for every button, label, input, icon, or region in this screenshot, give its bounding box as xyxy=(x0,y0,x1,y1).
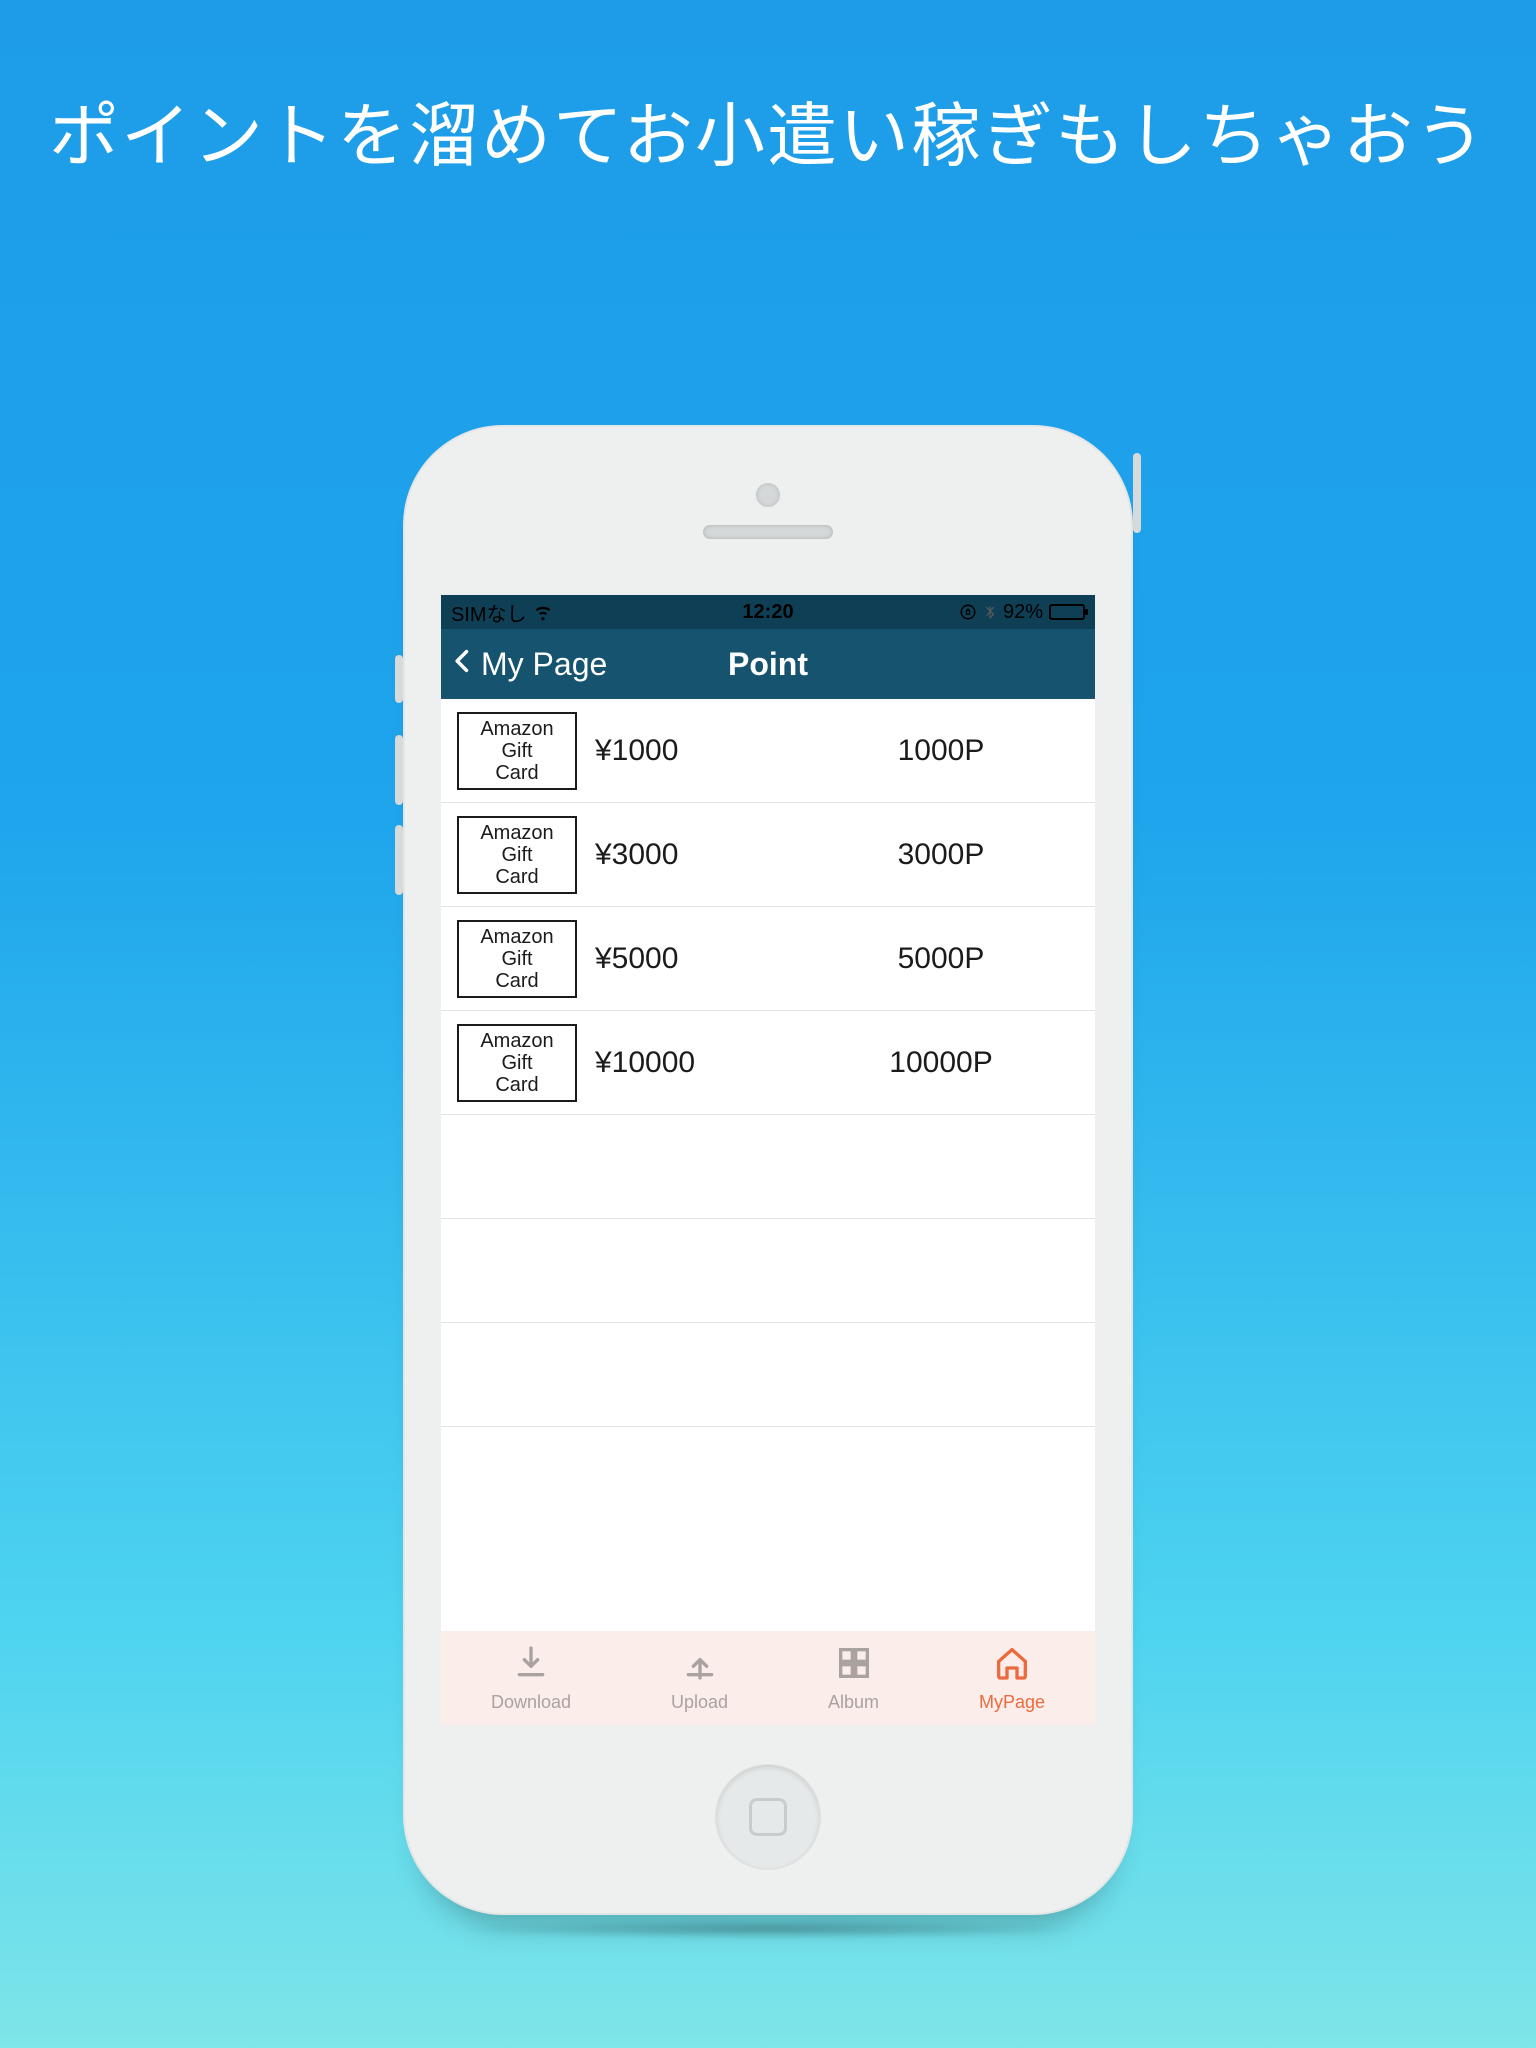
empty-row xyxy=(441,1323,1095,1427)
gift-card-icon: Amazon Gift Card xyxy=(457,1024,577,1102)
phone-shadow xyxy=(458,1919,1078,1939)
status-time: 12:20 xyxy=(742,601,793,624)
points-label: 10000P xyxy=(803,1046,1079,1080)
wifi-icon xyxy=(533,602,553,622)
empty-row xyxy=(441,1115,1095,1219)
earpiece-speaker xyxy=(703,525,833,539)
bluetooth-icon xyxy=(983,603,997,621)
gift-card-icon: Amazon Gift Card xyxy=(457,920,577,998)
battery-icon xyxy=(1049,604,1085,620)
point-list: Amazon Gift Card¥10001000PAmazon Gift Ca… xyxy=(441,699,1095,1631)
tab-download[interactable]: Download xyxy=(491,1643,571,1713)
tab-album[interactable]: Album xyxy=(828,1643,879,1713)
chevron-left-icon xyxy=(449,646,477,683)
tab-upload[interactable]: Upload xyxy=(671,1643,728,1713)
back-button[interactable]: My Page xyxy=(441,646,607,683)
navigation-bar: My Page Point xyxy=(441,629,1095,699)
download-icon xyxy=(511,1643,551,1688)
point-row[interactable]: Amazon Gift Card ¥10000 10000P xyxy=(441,1011,1095,1115)
price-label: ¥5000 xyxy=(595,942,785,976)
point-row[interactable]: Amazon Gift Card ¥5000 5000P xyxy=(441,907,1095,1011)
tab-label: Download xyxy=(491,1692,571,1713)
battery-percent: 92% xyxy=(1003,601,1043,624)
tab-label: MyPage xyxy=(979,1692,1045,1713)
mypage-icon xyxy=(992,1643,1032,1688)
promo-headline: ポイントを溜めてお小遣い稼ぎもしちゃおう xyxy=(0,0,1536,181)
points-label: 5000P xyxy=(803,942,1079,976)
gift-card-icon: Amazon Gift Card xyxy=(457,816,577,894)
tab-label: Album xyxy=(828,1692,879,1713)
orientation-lock-icon xyxy=(959,603,977,621)
screen: SIMなし 12:20 92% xyxy=(441,595,1095,1725)
price-label: ¥3000 xyxy=(595,838,785,872)
carrier-label: SIMなし xyxy=(451,598,527,627)
home-button[interactable] xyxy=(716,1765,820,1869)
tab-bar: Download Upload Album MyPage xyxy=(441,1631,1095,1725)
volume-up-button xyxy=(395,735,403,805)
upload-icon xyxy=(680,1643,720,1688)
album-icon xyxy=(834,1643,874,1688)
mute-switch xyxy=(395,655,403,703)
points-label: 3000P xyxy=(803,838,1079,872)
power-button xyxy=(1133,453,1141,533)
phone-frame: SIMなし 12:20 92% xyxy=(403,425,1133,1915)
point-row[interactable]: Amazon Gift Card ¥1000 1000P xyxy=(441,699,1095,803)
empty-row xyxy=(441,1219,1095,1323)
page-title: Point xyxy=(728,646,808,683)
tab-mypage[interactable]: MyPage xyxy=(979,1643,1045,1713)
front-camera xyxy=(756,483,780,507)
price-label: ¥10000 xyxy=(595,1046,785,1080)
back-label: My Page xyxy=(481,646,607,683)
tab-label: Upload xyxy=(671,1692,728,1713)
gift-card-icon: Amazon Gift Card xyxy=(457,712,577,790)
point-row[interactable]: Amazon Gift Card ¥3000 3000P xyxy=(441,803,1095,907)
price-label: ¥1000 xyxy=(595,734,785,768)
status-bar: SIMなし 12:20 92% xyxy=(441,595,1095,629)
volume-down-button xyxy=(395,825,403,895)
points-label: 1000P xyxy=(803,734,1079,768)
